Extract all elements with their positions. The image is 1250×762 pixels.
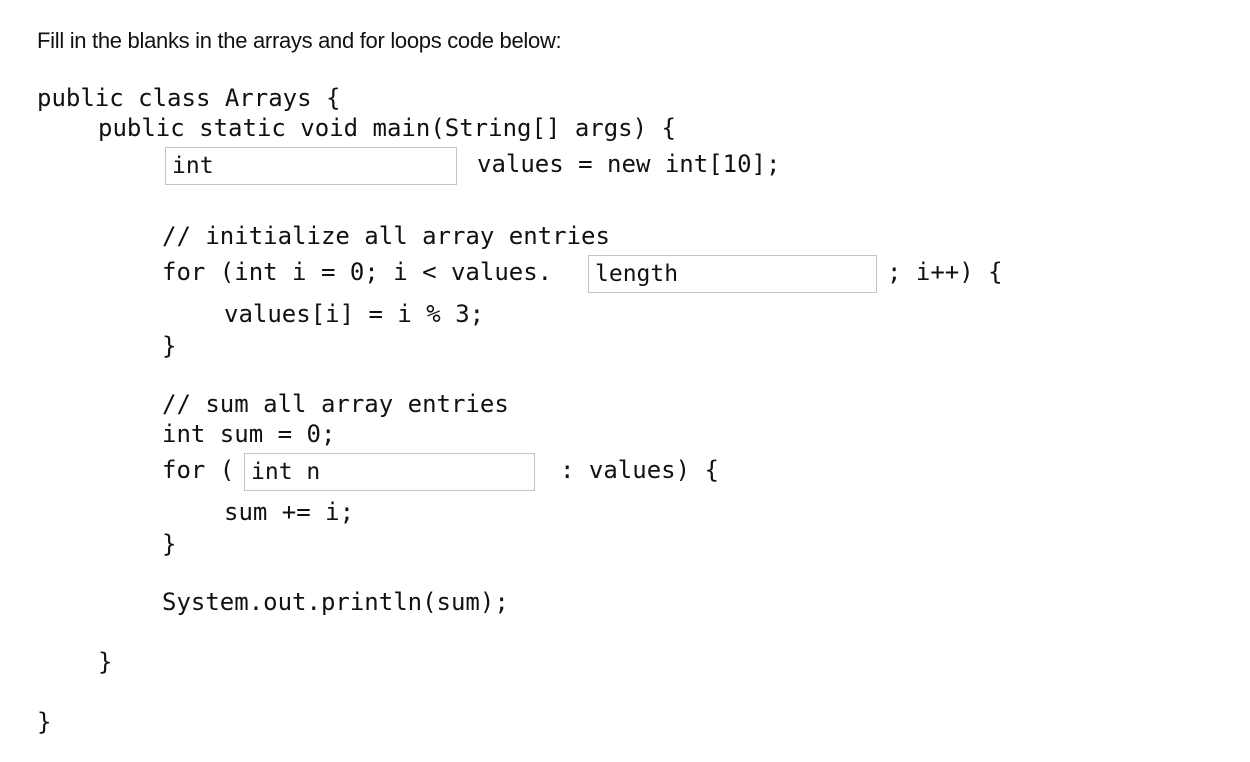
- comment-sum: // sum all array entries: [162, 390, 509, 418]
- for-loop-2-prefix: for (: [162, 456, 235, 484]
- length-blank[interactable]: [588, 255, 877, 293]
- instruction-text: Fill in the blanks in the arrays and for…: [37, 28, 562, 53]
- for-loop-1-close-brace: }: [162, 332, 177, 360]
- loop-variable-blank[interactable]: [244, 453, 535, 491]
- main-method-close-brace: }: [98, 648, 113, 676]
- for-loop-2-close-brace: }: [162, 530, 177, 558]
- main-method-declaration: public static void main(String[] args) {: [98, 114, 676, 142]
- array-type-blank[interactable]: [165, 147, 457, 185]
- assign-statement: values[i] = i % 3;: [224, 300, 485, 328]
- for-loop-2-suffix: : values) {: [560, 456, 719, 484]
- sum-add-statement: sum += i;: [224, 498, 355, 526]
- class-close-brace: }: [37, 708, 52, 736]
- comment-initialize: // initialize all array entries: [162, 222, 610, 250]
- for-loop-1-suffix: ; i++) {: [887, 258, 1003, 286]
- class-declaration: public class Arrays {: [37, 84, 341, 112]
- println-statement: System.out.println(sum);: [162, 588, 509, 616]
- sum-declaration: int sum = 0;: [162, 420, 336, 448]
- values-declaration-suffix: values = new int[10];: [477, 150, 781, 178]
- for-loop-1-prefix: for (int i = 0; i < values.: [162, 258, 553, 286]
